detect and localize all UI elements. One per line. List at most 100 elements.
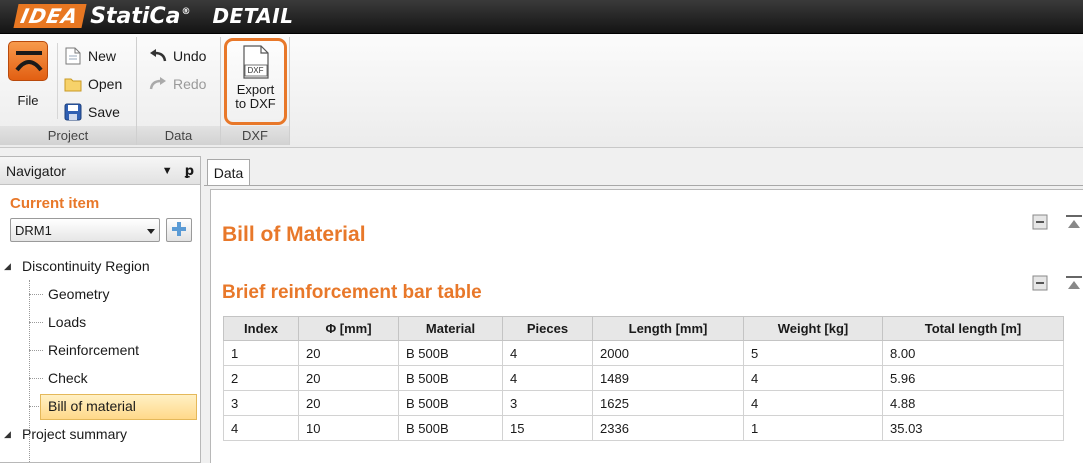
table-cell: 1 — [743, 415, 883, 441]
table-cell: 20 — [298, 365, 399, 391]
tree-item-label: Geometry — [48, 286, 110, 302]
expanded-triangle-icon[interactable]: ◢ — [4, 420, 11, 448]
chevron-down-icon — [147, 223, 155, 238]
folder-icon — [64, 75, 82, 93]
file-button-label: File — [17, 93, 39, 108]
main-area: Data Bill of Material Brief reinforcemen… — [204, 156, 1083, 463]
ribbon-group-dxf: DXF Export to DXF DXF — [221, 37, 290, 145]
new-document-icon — [64, 47, 82, 65]
navigator-dropdown-icon[interactable]: ▼ — [162, 165, 173, 177]
file-button[interactable]: File — [6, 41, 50, 113]
minimize-table-icon[interactable] — [1031, 274, 1049, 292]
expanded-triangle-icon[interactable]: ◢ — [4, 252, 11, 280]
collapse-section-icon[interactable] — [1065, 213, 1083, 231]
tree-item-reinforcement[interactable]: Reinforcement — [0, 336, 200, 364]
column-header: Weight [kg] — [743, 316, 883, 341]
title-bar: IDEA StatiCa® DETAIL — [0, 0, 1083, 34]
table-row: 4 10 B 500B 15 2336 1 35.03 — [223, 415, 1064, 441]
logo-statica: StatiCa® — [90, 4, 190, 29]
column-header: Length [mm] — [592, 316, 744, 341]
logo-statica-text: StatiCa — [90, 3, 181, 29]
ribbon-group-project-label: Project — [0, 126, 136, 145]
pin-icon[interactable]: ꝑ — [185, 163, 194, 179]
undo-arrow-icon — [149, 47, 167, 65]
tree-item-label: Loads — [48, 314, 87, 330]
redo-button-label: Redo — [173, 76, 207, 92]
table-cell: 20 — [298, 390, 399, 416]
table-cell: 4 — [743, 365, 883, 391]
table-cell: 8.00 — [882, 340, 1064, 366]
current-item-row: DRM1 — [10, 218, 200, 242]
table-cell: 1489 — [592, 365, 744, 391]
table-cell: 4 — [502, 365, 593, 391]
table-cell: 3 — [502, 390, 593, 416]
tree-item-label: Discontinuity Region — [22, 258, 150, 274]
table-cell: 5 — [743, 340, 883, 366]
tree-item-discontinuity-region[interactable]: ◢ Discontinuity Region — [0, 252, 200, 280]
tree-item-geometry[interactable]: Geometry — [0, 280, 200, 308]
table-cell: 3 — [223, 390, 299, 416]
table-cell: B 500B — [398, 415, 503, 441]
save-button[interactable]: Save — [64, 100, 120, 124]
redo-button[interactable]: Redo — [149, 72, 206, 96]
file-menu-icon — [8, 41, 48, 81]
collapse-table-icon[interactable] — [1065, 274, 1083, 292]
section-tools — [1015, 213, 1083, 231]
app-logo: IDEA StatiCa® DETAIL — [13, 2, 294, 30]
logo-registered-mark: ® — [181, 7, 191, 18]
minimize-section-icon[interactable] — [1031, 213, 1049, 231]
table-cell: 35.03 — [882, 415, 1064, 441]
export-button-label: Export to DXF — [227, 83, 284, 111]
new-button[interactable]: New — [64, 44, 116, 68]
add-item-button[interactable] — [166, 218, 192, 242]
table-row: 2 20 B 500B 4 1489 4 5.96 — [223, 365, 1064, 391]
tree-item-project-summary[interactable]: ◢ Project summary — [0, 420, 200, 448]
ribbon-group-project: File New Open Save Project — [0, 37, 137, 145]
tree-item-label: Reinforcement — [48, 342, 140, 358]
ribbon-group-data: Undo Redo Data — [137, 37, 221, 145]
open-button-label: Open — [88, 76, 123, 92]
current-item-select[interactable]: DRM1 — [10, 218, 160, 242]
navigator-header: Navigator ▼ ꝑ — [0, 157, 200, 185]
export-to-dxf-button[interactable]: DXF Export to DXF — [224, 38, 287, 125]
dxf-file-icon: DXF — [242, 45, 270, 79]
tab-data[interactable]: Data — [207, 159, 250, 186]
logo-idea: IDEA — [13, 4, 87, 28]
navigator-title: Navigator — [6, 162, 66, 179]
column-header: Φ [mm] — [298, 316, 399, 341]
tree-item-loads[interactable]: Loads — [0, 308, 200, 336]
redo-arrow-icon — [149, 75, 167, 93]
open-button[interactable]: Open — [64, 72, 122, 96]
table-cell: 5.96 — [882, 365, 1064, 391]
tree-item-bill-of-material[interactable]: Bill of material — [0, 392, 200, 420]
undo-button[interactable]: Undo — [149, 44, 206, 68]
plus-icon — [171, 221, 187, 240]
page-title: Bill of Material — [222, 223, 366, 246]
navigator-tree: ◢ Discontinuity Region Geometry Loads Re… — [0, 252, 200, 463]
table-cell: 2000 — [592, 340, 744, 366]
tree-item-label: Project summary — [22, 426, 128, 442]
tree-item-label: Check — [48, 370, 88, 386]
export-label-line2: to DXF — [235, 96, 276, 111]
column-header: Index — [223, 316, 299, 341]
tree-item-check[interactable]: Check — [0, 364, 200, 392]
table-cell: 1 — [223, 340, 299, 366]
current-item-value: DRM1 — [15, 222, 52, 238]
ribbon-group-dxf-label: DXF — [221, 126, 289, 145]
table-header-row: Index Φ [mm] Material Pieces Length [mm]… — [223, 316, 1064, 341]
table-cell: B 500B — [398, 390, 503, 416]
table-cell: 4 — [502, 340, 593, 366]
table-cell: 4 — [223, 415, 299, 441]
export-label-line1: Export — [236, 82, 275, 97]
table-cell: 2 — [223, 365, 299, 391]
current-item-label: Current item — [10, 195, 100, 212]
tab-strip-line — [204, 185, 1083, 186]
report-content: Bill of Material Brief reinforcement bar… — [210, 189, 1083, 463]
table-cell: 15 — [502, 415, 593, 441]
save-disk-icon — [64, 103, 82, 121]
column-header: Total length [m] — [882, 316, 1064, 341]
table-cell: 10 — [298, 415, 399, 441]
app-module-name: DETAIL — [212, 4, 294, 28]
ribbon-group-data-label: Data — [137, 126, 220, 145]
ribbon: File New Open Save Project Undo Redo Dat… — [0, 34, 1083, 148]
